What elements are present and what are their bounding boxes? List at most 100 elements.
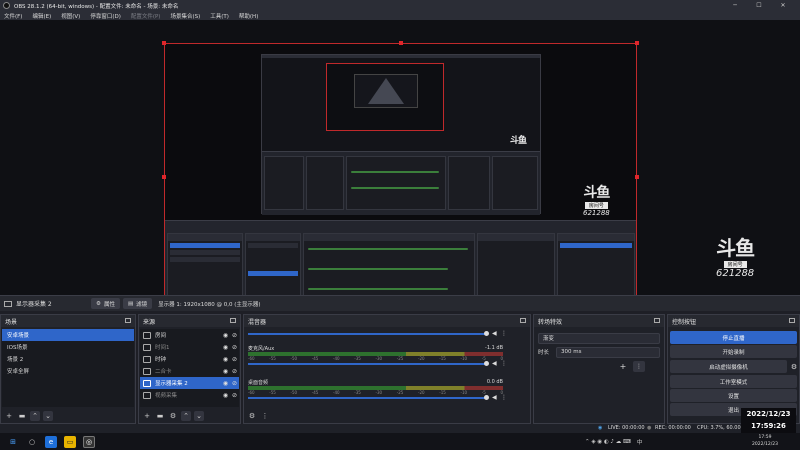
eye-icon[interactable]: ◉: [221, 332, 230, 339]
selected-source: 显示器采集 2: [4, 299, 88, 308]
lock-icon[interactable]: ⊘: [230, 344, 239, 351]
scene-item[interactable]: IOS场景: [2, 341, 134, 353]
transitions-dock: 转场特效 渐变 时长 300 ms + ⋮: [533, 314, 665, 424]
menu-help[interactable]: 帮助(H): [239, 12, 258, 20]
menu-file[interactable]: 文件(F): [4, 12, 22, 20]
virtual-camera-button[interactable]: 启动虚拟摄像机: [670, 360, 787, 373]
mixer-dock: 混音器 ◀ ⋮ 麦克风/Aux -1.1 dB -60 -55 -50 -45 -40-…: [243, 314, 531, 424]
filter-icon: ▤: [127, 300, 134, 307]
speaker-icon[interactable]: ◀: [492, 330, 497, 337]
filters-button[interactable]: ▤ 滤镜: [122, 298, 153, 309]
start-recording-button[interactable]: 开始录制: [670, 345, 797, 358]
settings-button[interactable]: 设置: [670, 389, 797, 402]
lock-icon[interactable]: ⊘: [230, 392, 239, 399]
more-icon[interactable]: ⋮: [501, 330, 507, 337]
scene-item[interactable]: 安卓全屏: [2, 365, 134, 377]
ime-indicator[interactable]: 中: [637, 438, 643, 446]
system-tray: ⌃ ◈ ◉ ◐ ♪ ☁ ⌨ 中: [585, 436, 648, 448]
gear-icon[interactable]: ⚙: [789, 363, 799, 371]
image-icon: [143, 331, 151, 339]
menu-scene-collection[interactable]: 场景集合(S): [170, 12, 200, 20]
eye-icon[interactable]: ◉: [221, 356, 230, 363]
resize-handle[interactable]: [162, 41, 166, 45]
browser-icon[interactable]: e: [45, 435, 57, 448]
studio-mode-button[interactable]: 工作室模式: [670, 375, 797, 388]
speaker-icon[interactable]: ◀: [492, 360, 497, 367]
tray-icons[interactable]: ⌃ ◈ ◉ ◐ ♪ ☁ ⌨: [585, 439, 631, 445]
maximize-button[interactable]: ☐: [748, 0, 770, 11]
chevron-up-icon[interactable]: ⌃: [181, 410, 191, 421]
source-item[interactable]: 房间 ◉ ⊘: [140, 329, 239, 341]
more-icon[interactable]: ⋮: [260, 411, 270, 421]
scene-item[interactable]: 场景 2: [2, 353, 134, 365]
volume-slider[interactable]: ◀ ⋮: [248, 394, 507, 401]
resize-handle[interactable]: [635, 175, 639, 179]
close-button[interactable]: ✕: [772, 0, 794, 11]
taskbar: ⊞ ○ e ▭ ◎: [0, 433, 800, 450]
gear-icon[interactable]: ⚙: [168, 411, 178, 421]
windows-start-icon[interactable]: ⊞: [7, 436, 19, 448]
menu-profile[interactable]: 配置文件(P): [131, 12, 161, 20]
source-item[interactable]: 时间1 ◉ ⊘: [140, 341, 239, 353]
menu-docks[interactable]: 停靠窗口(D): [90, 12, 121, 20]
eye-icon[interactable]: ◉: [221, 392, 230, 399]
preview-area[interactable]: 斗鱼 斗鱼 房间号 621288 斗鱼 房间号 621288: [0, 20, 800, 311]
eye-icon[interactable]: ◉: [221, 344, 230, 351]
lock-icon[interactable]: ⊘: [230, 332, 239, 339]
speaker-icon[interactable]: ◀: [492, 394, 497, 401]
lock-icon[interactable]: ⊘: [230, 368, 239, 375]
menu-edit[interactable]: 编辑(E): [32, 12, 51, 20]
search-icon[interactable]: ○: [26, 436, 38, 448]
add-icon[interactable]: +: [142, 411, 152, 421]
undock-icon[interactable]: [520, 318, 526, 323]
source-item[interactable]: 时钟 ◉ ⊘: [140, 353, 239, 365]
eye-icon[interactable]: ◉: [221, 368, 230, 375]
scenes-title: 场景: [1, 315, 135, 327]
undock-icon[interactable]: [654, 318, 660, 323]
mixer-toolbar: ⚙ ⋮: [244, 408, 530, 423]
sources-toolbar: + ▬ ⚙ ⌃ ⌄: [139, 408, 240, 423]
properties-button[interactable]: ⚙ 属性: [91, 298, 120, 309]
more-icon[interactable]: ⋮: [501, 360, 507, 367]
trash-icon[interactable]: ▬: [17, 411, 27, 421]
menu-tools[interactable]: 工具(T): [210, 12, 229, 20]
sources-dock: 来源 房间 ◉ ⊘ 时间1 ◉ ⊘ 时钟 ◉ ⊘ 二合卡 ◉ ⊘ 显示器采集 2…: [138, 314, 241, 424]
display-info: 显示器 1: 1920x1080 @ 0,0 (主显示器): [158, 301, 261, 308]
resize-handle[interactable]: [635, 41, 639, 45]
resize-handle[interactable]: [399, 41, 403, 45]
lock-icon[interactable]: ⊘: [230, 356, 239, 363]
menu-view[interactable]: 视图(V): [61, 12, 80, 20]
obs-taskbar-icon[interactable]: ◎: [83, 435, 95, 448]
duration-input[interactable]: 300 ms: [556, 346, 660, 358]
chevron-up-icon[interactable]: ⌃: [30, 410, 40, 421]
more-icon[interactable]: ⋮: [501, 394, 507, 401]
chevron-down-icon[interactable]: ⌄: [43, 410, 53, 421]
track-db: -1.1 dB: [485, 345, 503, 351]
mixer-track: 桌面音频 0.0 dB -60 -55 -50 -45 -40 -35 -30 -25 -20-…: [248, 379, 507, 401]
undock-icon[interactable]: [125, 318, 131, 323]
resize-handle[interactable]: [162, 175, 166, 179]
source-item-selected[interactable]: 显示器采集 2 ◉ ⊘: [140, 377, 239, 389]
volume-slider[interactable]: ◀ ⋮: [248, 360, 507, 367]
source-item[interactable]: 二合卡 ◉ ⊘: [140, 365, 239, 377]
eye-icon[interactable]: ◉: [221, 380, 230, 387]
source-toolbar: 显示器采集 2 ⚙ 属性 ▤ 滤镜 显示器 1: 1920x1080 @ 0,0…: [0, 295, 800, 311]
source-item[interactable]: 视频采集 ◉ ⊘: [140, 389, 239, 401]
stop-streaming-button[interactable]: 停止直播: [670, 331, 797, 344]
add-icon[interactable]: +: [4, 411, 14, 421]
lock-icon[interactable]: ⊘: [230, 380, 239, 387]
gear-icon[interactable]: ⚙: [247, 411, 257, 421]
transition-select[interactable]: 渐变: [538, 332, 660, 344]
folder-icon[interactable]: ▭: [64, 435, 76, 448]
chevron-down-icon[interactable]: ⌄: [194, 410, 204, 421]
scene-item[interactable]: 安卓场景: [2, 329, 134, 341]
add-icon[interactable]: +: [617, 361, 629, 372]
minimize-button[interactable]: ─: [724, 0, 746, 11]
more-icon[interactable]: ⋮: [633, 361, 645, 372]
preview-canvas[interactable]: 斗鱼 斗鱼 房间号 621288: [162, 41, 639, 311]
trash-icon[interactable]: ▬: [155, 411, 165, 421]
volume-slider[interactable]: ◀ ⋮: [248, 330, 507, 337]
system-clock[interactable]: 17:59 2022/12/23: [748, 434, 782, 450]
undock-icon[interactable]: [789, 318, 795, 323]
undock-icon[interactable]: [230, 318, 236, 323]
